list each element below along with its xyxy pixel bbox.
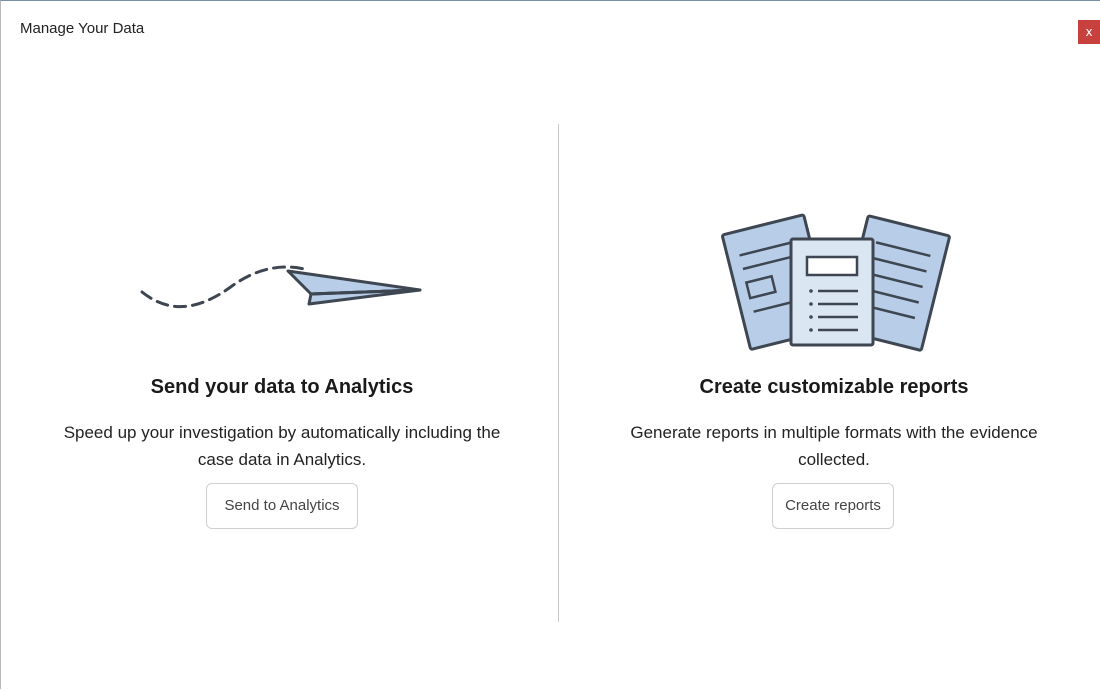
reports-description: Generate reports in multiple formats wit… — [630, 423, 1038, 469]
analytics-panel: Send your data to Analytics Speed up you… — [22, 1, 542, 690]
panel-divider — [558, 124, 559, 622]
reports-panel: Create customizable reports Generate rep… — [574, 1, 1094, 690]
analytics-description: Speed up your investigation by automatic… — [63, 423, 501, 469]
analytics-heading: Send your data to Analytics — [150, 376, 414, 398]
manage-data-dialog: Manage Your Data x Send your data to Ana… — [0, 0, 1100, 689]
send-to-analytics-button[interactable]: Send to Analytics — [206, 483, 358, 529]
paper-plane-icon — [22, 206, 542, 356]
documents-icon — [574, 206, 1094, 356]
create-reports-button[interactable]: Create reports — [772, 483, 894, 529]
reports-heading: Create customizable reports — [699, 376, 969, 398]
